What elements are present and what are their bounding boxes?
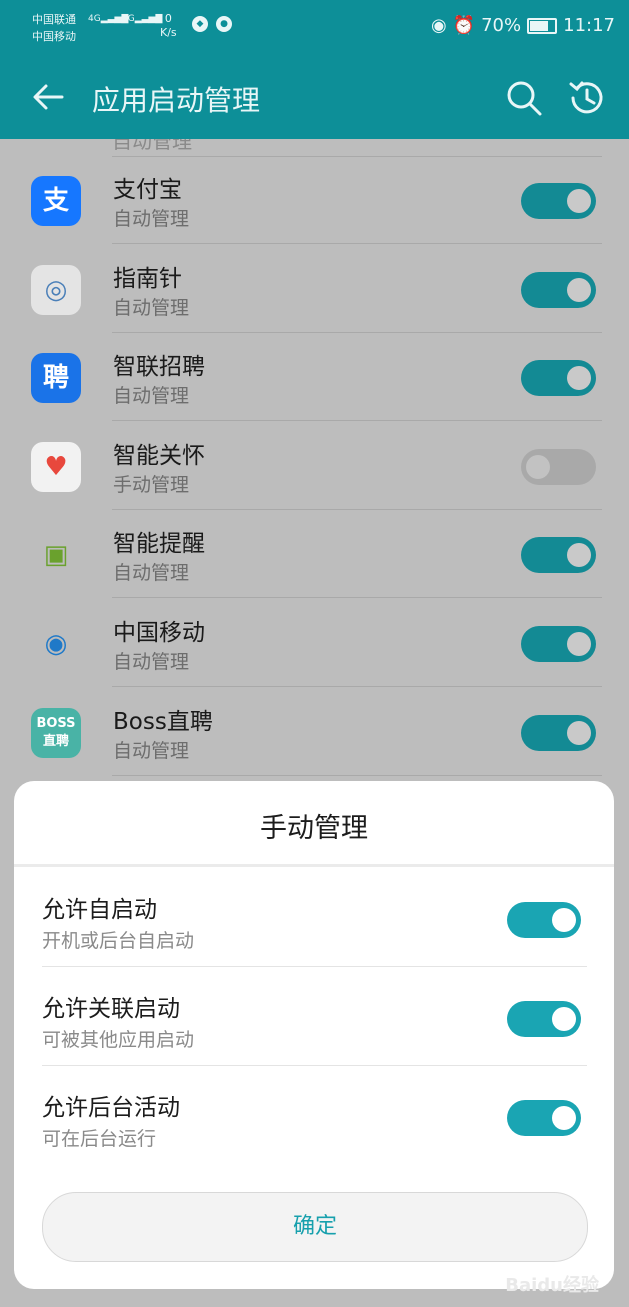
permission-option[interactable]: 允许后台活动可在后台运行 — [42, 1066, 587, 1165]
zhaopin-icon: 聘 — [31, 353, 81, 404]
android-icon: ▣ — [43, 540, 69, 571]
alipay-icon: 支 — [31, 176, 81, 226]
app-name: 指南针 — [113, 265, 182, 292]
toggle-knob — [567, 543, 591, 568]
toggle-knob — [567, 366, 591, 391]
compass-icon: ◎ — [31, 264, 81, 315]
app-mode: 自动管理 — [113, 651, 190, 673]
app-mode: 自动管理 — [113, 296, 190, 319]
carrier-labels: 中国联通 中国移动 — [32, 11, 76, 45]
app-name: 智联招聘 — [113, 354, 205, 381]
app-mode: 自动管理 — [113, 562, 190, 585]
net-type-1: 4G — [88, 14, 101, 24]
auto-manage-toggle[interactable] — [521, 271, 596, 308]
alarm-icon: ⏰ — [452, 15, 476, 36]
back-arrow-icon[interactable] — [28, 77, 68, 117]
carrier-2: 中国移动 — [32, 30, 76, 43]
app-row[interactable]: ▣ 智能提醒自动管理 — [0, 510, 629, 599]
dialog-title: 手动管理 — [260, 813, 368, 844]
app-row[interactable]: 支 支付宝自动管理 — [0, 156, 629, 244]
app-row[interactable]: ♥ 智能关怀手动管理 — [0, 422, 629, 510]
toggle-knob — [567, 632, 591, 656]
app-name: 智能提醒 — [113, 531, 205, 558]
carrier-1: 中国联通 — [32, 13, 76, 26]
app-name: Boss直聘 — [113, 708, 213, 735]
notification-icons: ◆ ● — [192, 16, 232, 32]
app-bar: 应用启动管理 — [0, 55, 629, 139]
toggle-knob — [567, 720, 591, 745]
toggle-knob — [552, 1007, 576, 1031]
auto-manage-toggle[interactable] — [521, 537, 596, 574]
toggle-knob — [567, 277, 591, 302]
speed-unit: K/s — [160, 26, 177, 39]
option-name: 允许后台活动 — [42, 1095, 180, 1121]
option-description: 可被其他应用启动 — [42, 1029, 195, 1051]
option-toggle[interactable] — [507, 1001, 581, 1037]
net-type-2: 2G — [122, 14, 135, 24]
app-mode: 自动管理 — [113, 208, 190, 230]
auto-manage-toggle[interactable] — [521, 714, 596, 751]
battery-percent: 70% — [481, 15, 522, 36]
battery-icon — [527, 17, 558, 34]
toggle-knob — [552, 908, 576, 932]
app-name: 支付宝 — [113, 177, 182, 203]
auto-manage-toggle[interactable] — [521, 360, 596, 397]
history-icon[interactable] — [567, 79, 605, 117]
net-speed: 0 K/s — [160, 12, 177, 40]
app-row[interactable]: ◎ 指南针自动管理 — [0, 245, 629, 333]
wifi-notification-icon: ● — [216, 16, 232, 32]
search-icon[interactable] — [505, 79, 543, 117]
chinamobile-icon: ◉ — [44, 629, 68, 659]
status-right: ◉ ⏰ 70% 11:17 — [431, 15, 615, 36]
signal-2-icon: 2G▂▃▅▇ — [122, 14, 163, 24]
confirm-button[interactable]: 确定 — [42, 1192, 588, 1262]
option-name: 允许关联启动 — [42, 996, 180, 1022]
row-divider — [112, 774, 602, 776]
permission-option[interactable]: 允许自启动开机或后台自启动 — [42, 868, 587, 967]
auto-manage-toggle[interactable] — [521, 626, 596, 662]
watermark: Baidu经验 — [505, 1275, 599, 1296]
auto-manage-toggle[interactable] — [521, 183, 596, 219]
app-name: 中国移动 — [113, 620, 205, 646]
app-mode: 自动管理 — [113, 739, 190, 762]
app-name: 智能关怀 — [113, 442, 205, 469]
app-row[interactable]: 聘 智联招聘自动管理 — [0, 333, 629, 422]
option-description: 开机或后台自启动 — [42, 930, 195, 952]
app-notification-icon: ◆ — [192, 16, 208, 32]
permission-option[interactable]: 允许关联启动可被其他应用启动 — [42, 967, 587, 1066]
app-mode: 手动管理 — [113, 473, 190, 496]
option-toggle[interactable] — [507, 1100, 581, 1136]
option-description: 可在后台运行 — [42, 1128, 157, 1150]
page-title: 应用启动管理 — [92, 84, 261, 117]
option-toggle[interactable] — [507, 902, 581, 938]
clock: 11:17 — [563, 15, 615, 36]
list-item-partial: 自动管理 — [112, 139, 602, 157]
care-icon: ♥ — [31, 441, 81, 492]
eye-icon: ◉ — [430, 15, 447, 36]
option-name: 允许自启动 — [42, 897, 157, 923]
toggle-knob — [526, 454, 550, 479]
boss-icon: BOSS 直聘 — [31, 707, 81, 758]
toggle-knob — [567, 189, 591, 213]
speed-value: 0 — [164, 12, 172, 25]
status-bar: 中国联通 中国移动 4G▂▃▅▇ 2G▂▃▅▇ 0 K/s ◆ ● ◉ ⏰ 70… — [0, 0, 629, 55]
app-mode: 自动管理 — [113, 385, 190, 408]
auto-manage-toggle[interactable] — [521, 448, 596, 485]
toggle-knob — [552, 1106, 576, 1130]
dialog-divider — [14, 864, 614, 867]
manual-manage-dialog: 手动管理 允许自启动开机或后台自启动允许关联启动可被其他应用启动允许后台活动可在… — [14, 781, 614, 1289]
app-row[interactable]: ◉ 中国移动自动管理 — [0, 599, 629, 687]
app-row[interactable]: BOSS 直聘 Boss直聘自动管理 — [0, 688, 629, 776]
